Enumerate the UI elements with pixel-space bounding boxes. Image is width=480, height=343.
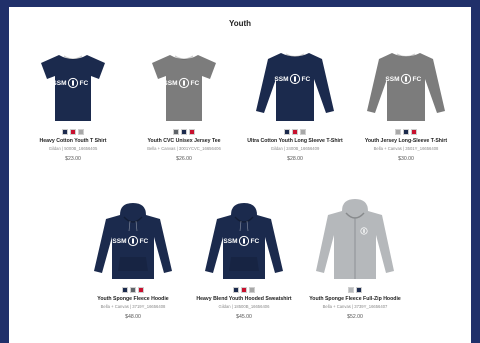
color-swatches xyxy=(300,287,410,293)
svg-text:SSM: SSM xyxy=(163,80,177,87)
color-swatches xyxy=(189,287,299,293)
product-price: $23.00 xyxy=(65,155,81,162)
color-swatch[interactable] xyxy=(356,287,362,293)
product-sku: Bella + Canvas | 3501Y_16656408 xyxy=(373,145,439,151)
color-swatch[interactable] xyxy=(233,287,239,293)
product-price: $45.00 xyxy=(236,313,252,320)
color-swatches xyxy=(240,129,350,135)
product-price: $52.00 xyxy=(347,313,363,320)
color-swatch[interactable] xyxy=(348,287,354,293)
svg-text:SSM: SSM xyxy=(223,238,237,245)
product-name[interactable]: Youth Jersey Long-Sleeve T-Shirt xyxy=(351,138,461,144)
color-swatch[interactable] xyxy=(292,129,298,135)
svg-text:FC: FC xyxy=(140,238,149,245)
product-price: $26.00 xyxy=(176,155,192,162)
product-price: $30.00 xyxy=(398,155,414,162)
product-card[interactable]: SSM FC Youth CVC Unisex Jersey Tee Bella … xyxy=(129,37,239,162)
color-swatch[interactable] xyxy=(241,287,247,293)
product-name[interactable]: Youth Sponge Fleece Full-Zip Hoodie xyxy=(300,296,410,302)
product-name[interactable]: Youth Sponge Fleece Hoodie xyxy=(78,296,188,302)
product-image[interactable]: SSM FC xyxy=(240,37,350,123)
color-swatch[interactable] xyxy=(284,129,290,135)
product-sku: Bella + Canvas | 3001YCVC_16656406 xyxy=(147,145,221,151)
product-sku: Gildan | 18500B_16656406 xyxy=(218,303,270,309)
color-swatches xyxy=(129,129,239,135)
svg-text:SSM: SSM xyxy=(52,80,66,87)
color-swatch[interactable] xyxy=(62,129,68,135)
product-sku: Bella + Canvas | 3719Y_16656408 xyxy=(100,303,166,309)
product-sku: Gildan | 5000B_16656405 xyxy=(48,145,98,151)
svg-text:FC: FC xyxy=(413,76,422,83)
svg-text:SSM: SSM xyxy=(385,76,399,83)
product-grid-panel: Youth SSM FC Heavy Cotton Youth T Shirt G… xyxy=(9,7,471,343)
color-swatches xyxy=(78,287,188,293)
color-swatch[interactable] xyxy=(138,287,144,293)
section-title: Youth xyxy=(228,19,252,28)
color-swatch[interactable] xyxy=(249,287,255,293)
color-swatches xyxy=(351,129,461,135)
color-swatch[interactable] xyxy=(300,129,306,135)
color-swatch[interactable] xyxy=(411,129,417,135)
product-card[interactable]: SSM FC Heavy Blend Youth Hooded Sweatshi… xyxy=(189,195,299,320)
product-card[interactable]: SSM FC Ultra Cotton Youth Long Sleeve T-… xyxy=(240,37,350,162)
color-swatch[interactable] xyxy=(130,287,136,293)
product-card[interactable]: Youth Sponge Fleece Full-Zip Hoodie Bella… xyxy=(300,195,410,320)
color-swatch[interactable] xyxy=(78,129,84,135)
product-name[interactable]: Heavy Blend Youth Hooded Sweatshirt xyxy=(189,296,299,302)
svg-text:FC: FC xyxy=(191,80,200,87)
product-sku: Gildan | 2400B_16656409 xyxy=(270,145,320,151)
svg-text:SSM: SSM xyxy=(274,76,288,83)
product-sku: Bella + Canvas | 3739Y_16656407 xyxy=(322,303,388,309)
color-swatches xyxy=(18,129,128,135)
product-image[interactable]: SSM FC xyxy=(18,37,128,123)
color-swatch[interactable] xyxy=(189,129,195,135)
product-name[interactable]: Youth CVC Unisex Jersey Tee xyxy=(129,138,239,144)
product-price: $48.00 xyxy=(125,313,141,320)
svg-text:FC: FC xyxy=(80,80,89,87)
product-card[interactable]: SSM FC Heavy Cotton Youth T Shirt Gildan … xyxy=(18,37,128,162)
color-swatch[interactable] xyxy=(122,287,128,293)
product-name[interactable]: Heavy Cotton Youth T Shirt xyxy=(18,138,128,144)
product-image[interactable] xyxy=(300,195,410,281)
color-swatch[interactable] xyxy=(403,129,409,135)
product-card[interactable]: SSM FC Youth Sponge Fleece Hoodie Bella +… xyxy=(78,195,188,320)
product-card[interactable]: SSM FC Youth Jersey Long-Sleeve T-Shirt B… xyxy=(351,37,461,162)
product-image[interactable]: SSM FC xyxy=(78,195,188,281)
svg-text:FC: FC xyxy=(251,238,260,245)
svg-text:SSM: SSM xyxy=(112,238,126,245)
color-swatch[interactable] xyxy=(181,129,187,135)
svg-text:FC: FC xyxy=(302,76,311,83)
product-name[interactable]: Ultra Cotton Youth Long Sleeve T-Shirt xyxy=(240,138,350,144)
product-image[interactable]: SSM FC xyxy=(129,37,239,123)
color-swatch[interactable] xyxy=(70,129,76,135)
product-price: $28.00 xyxy=(287,155,303,162)
color-swatch[interactable] xyxy=(395,129,401,135)
color-swatch[interactable] xyxy=(173,129,179,135)
product-image[interactable]: SSM FC xyxy=(189,195,299,281)
product-image[interactable]: SSM FC xyxy=(351,37,461,123)
